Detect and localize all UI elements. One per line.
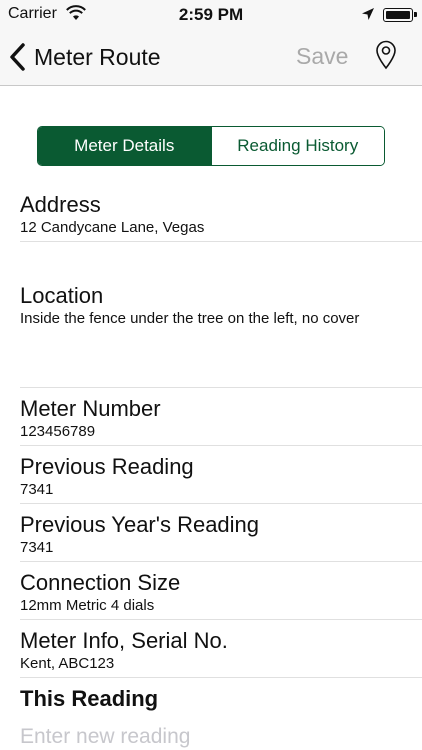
- divider: [20, 677, 422, 678]
- back-button[interactable]: Meter Route: [8, 40, 161, 74]
- save-button[interactable]: Save: [296, 43, 348, 70]
- field-connection-size: Connection Size 12mm Metric 4 dials: [0, 568, 422, 620]
- divider: [20, 503, 422, 504]
- field-address: Address 12 Candycane Lane, Vegas: [0, 190, 422, 242]
- navigation-bar: Meter Route Save: [0, 30, 422, 86]
- field-value: 7341: [20, 539, 54, 556]
- field-this-reading: This Reading: [0, 684, 422, 724]
- back-title: Meter Route: [34, 43, 161, 70]
- divider: [20, 561, 422, 562]
- field-label: Meter Info, Serial No.: [20, 628, 228, 653]
- field-label: Meter Number: [20, 396, 161, 421]
- this-reading-label: This Reading: [20, 686, 159, 711]
- segmented-control: Meter Details Reading History: [37, 126, 385, 166]
- field-label: Previous Year's Reading: [20, 512, 260, 537]
- divider: [20, 445, 422, 446]
- location-arrow-icon: [362, 8, 374, 20]
- battery-icon: [383, 8, 417, 22]
- field-previous-reading: Previous Reading 7341: [0, 452, 422, 504]
- divider: [20, 387, 422, 388]
- divider: [20, 241, 422, 242]
- field-label: Connection Size: [20, 570, 181, 595]
- field-label: Previous Reading: [20, 454, 194, 479]
- divider: [20, 619, 422, 620]
- field-value: 12 Candycane Lane, Vegas: [20, 219, 205, 236]
- field-previous-year-reading: Previous Year's Reading 7341: [0, 510, 422, 562]
- field-value: 7341: [20, 481, 54, 498]
- map-pin-icon[interactable]: [374, 40, 398, 70]
- field-label: Address: [20, 192, 101, 217]
- field-value: Kent, ABC123: [20, 655, 115, 672]
- clock-time: 2:59 PM: [178, 5, 244, 24]
- field-value: 123456789: [20, 423, 96, 440]
- tab-meter-details[interactable]: Meter Details: [38, 127, 211, 165]
- field-value: 12mm Metric 4 dials: [20, 597, 155, 614]
- status-bar: Carrier 2:59 PM: [0, 0, 422, 30]
- tab-reading-history[interactable]: Reading History: [210, 127, 384, 165]
- field-value: Inside the fence under the tree on the l…: [20, 310, 360, 327]
- chevron-left-icon: [10, 43, 25, 71]
- field-location: Location Inside the fence under the tree…: [0, 281, 422, 389]
- field-label: Location: [20, 283, 104, 308]
- field-meter-info: Meter Info, Serial No. Kent, ABC123: [0, 626, 422, 678]
- new-reading-input[interactable]: [20, 725, 400, 749]
- field-meter-number: Meter Number 123456789: [0, 394, 422, 446]
